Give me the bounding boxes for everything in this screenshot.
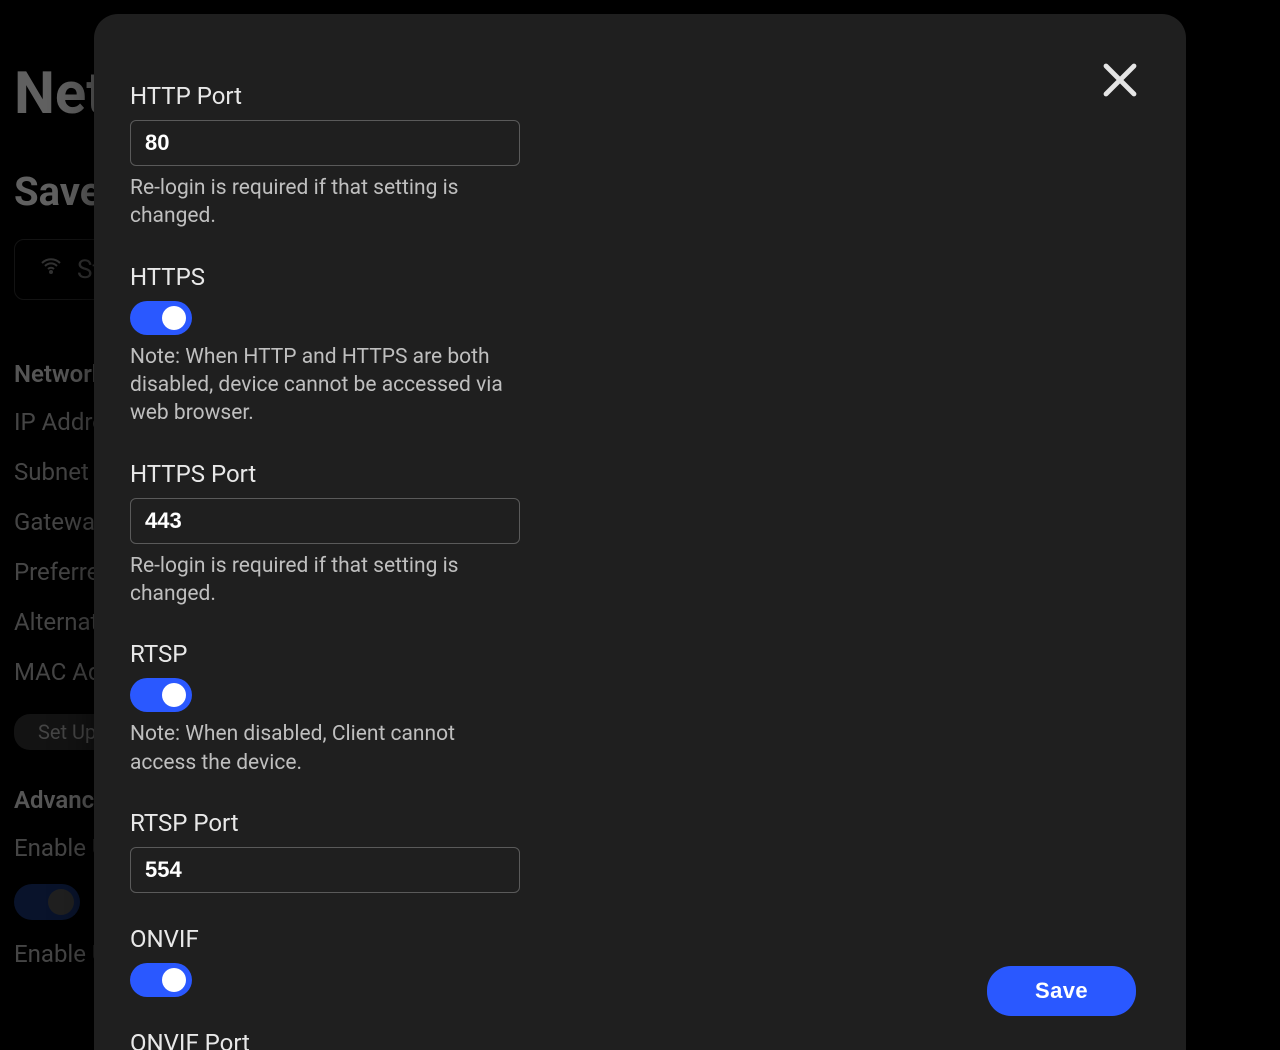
input-https-port[interactable] <box>130 498 520 544</box>
label-https: HTTPS <box>130 263 530 291</box>
group-https: HTTPS Note: When HTTP and HTTPS are both… <box>130 263 530 428</box>
group-onvif-port: ONVIF Port <box>130 1029 530 1050</box>
close-button[interactable] <box>1096 56 1144 104</box>
toggle-onvif[interactable] <box>130 963 192 997</box>
close-icon <box>1096 89 1144 108</box>
modal-content: HTTP Port Re-login is required if that s… <box>94 14 1186 1050</box>
group-http-port: HTTP Port Re-login is required if that s… <box>130 82 530 231</box>
note-https: Note: When HTTP and HTTPS are both disab… <box>130 343 520 428</box>
label-onvif-port: ONVIF Port <box>130 1029 530 1050</box>
input-rtsp-port[interactable] <box>130 847 520 893</box>
save-button[interactable]: Save <box>987 966 1136 1016</box>
input-http-port[interactable] <box>130 120 520 166</box>
port-settings-modal: HTTP Port Re-login is required if that s… <box>94 14 1186 1050</box>
group-https-port: HTTPS Port Re-login is required if that … <box>130 460 530 609</box>
group-onvif: ONVIF <box>130 925 530 997</box>
label-rtsp: RTSP <box>130 640 530 668</box>
label-rtsp-port: RTSP Port <box>130 809 530 837</box>
group-rtsp: RTSP Note: When disabled, Client cannot … <box>130 640 530 777</box>
toggle-https[interactable] <box>130 301 192 335</box>
hint-https-port: Re-login is required if that setting is … <box>130 552 520 609</box>
label-https-port: HTTPS Port <box>130 460 530 488</box>
label-onvif: ONVIF <box>130 925 530 953</box>
note-rtsp: Note: When disabled, Client cannot acces… <box>130 720 520 777</box>
label-http-port: HTTP Port <box>130 82 530 110</box>
group-rtsp-port: RTSP Port <box>130 809 530 893</box>
hint-http-port: Re-login is required if that setting is … <box>130 174 520 231</box>
toggle-rtsp[interactable] <box>130 678 192 712</box>
